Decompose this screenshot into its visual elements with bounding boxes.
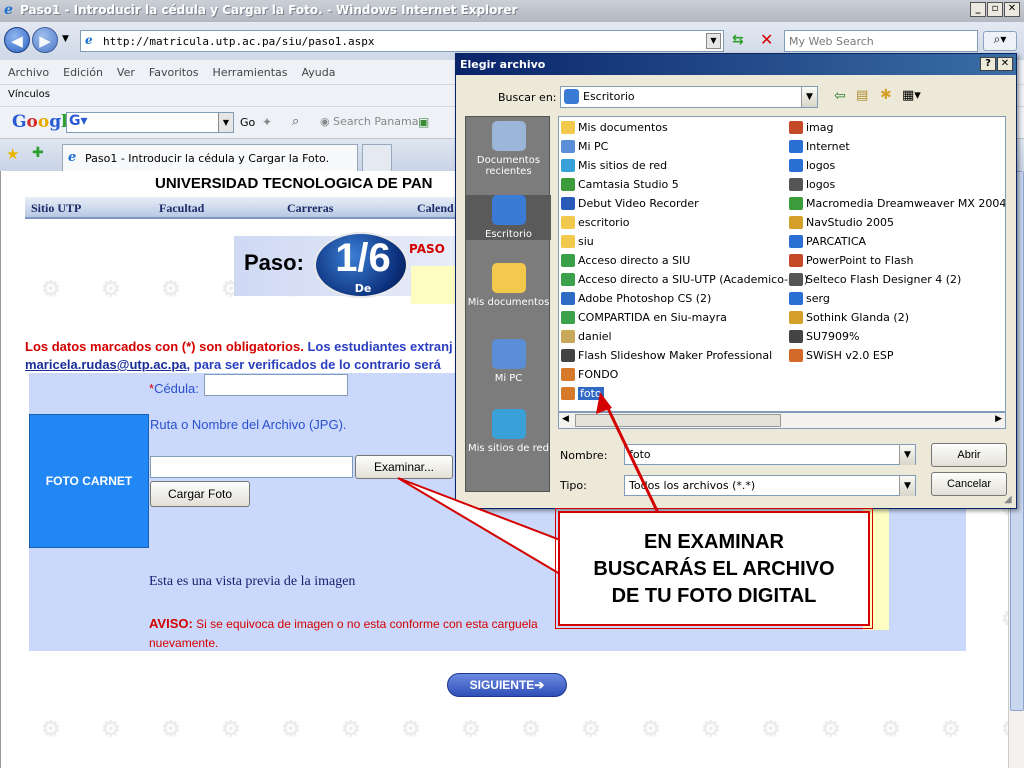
callout-pointer	[397, 477, 561, 576]
instruction-callout: EN EXAMINAR BUSCARÁS EL ARCHIVO DE TU FO…	[555, 508, 873, 629]
arrow-to-foto	[602, 399, 662, 518]
callout-line-3: DE TU FOTO DIGITAL	[611, 585, 817, 607]
annotation-overlay	[397, 392, 662, 576]
callout-text: EN EXAMINAR BUSCARÁS EL ARCHIVO DE TU FO…	[560, 529, 868, 610]
callout-line-2: BUSCARÁS EL ARCHIVO	[593, 558, 835, 580]
callout-line-1: EN EXAMINAR	[643, 531, 784, 553]
